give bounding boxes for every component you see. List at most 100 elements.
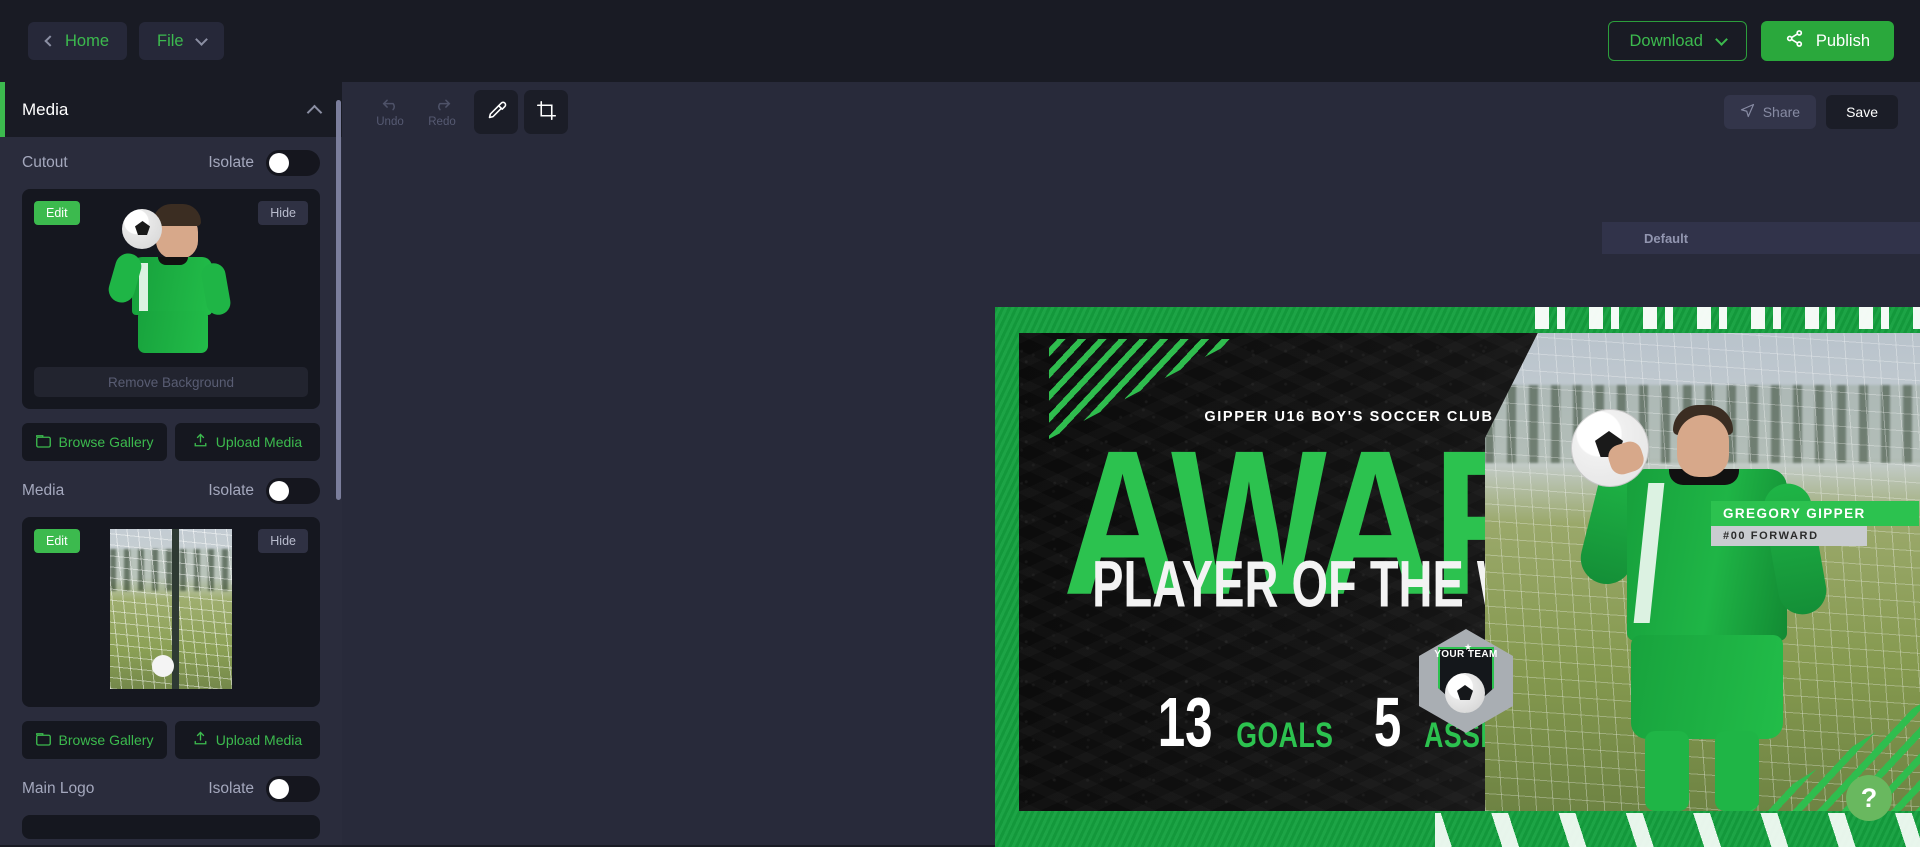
- home-button-label: Home: [65, 31, 110, 50]
- cutout-media-card: Edit Hide Remove Background: [22, 189, 320, 409]
- media-panel-header[interactable]: Media: [0, 82, 342, 137]
- stat-goals-label: GOALS: [1236, 716, 1334, 756]
- main-logo-isolate-toggle[interactable]: [266, 776, 320, 802]
- chevron-down-icon: [1715, 32, 1728, 46]
- layer-group-media: Media Isolate Edit Hide Browse Gallery U…: [0, 465, 342, 759]
- toggle-knob: [269, 779, 289, 799]
- cutout-isolate-control: Isolate: [208, 150, 320, 176]
- remove-background-button[interactable]: Remove Background: [34, 367, 308, 397]
- main-logo-layer-row: Main Logo Isolate: [22, 763, 320, 815]
- cutout-hide-button[interactable]: Hide: [258, 201, 308, 225]
- panel-title: Media: [22, 99, 69, 119]
- media-goal-photo: [110, 529, 232, 689]
- cutout-browse-gallery-button[interactable]: Browse Gallery: [22, 423, 167, 461]
- eyedropper-tool-button[interactable]: [474, 90, 518, 134]
- editor-toolbar-right: Share Save: [1723, 95, 1898, 129]
- design-canvas[interactable]: GIPPER U16 BOY'S SOCCER CLUB AWARD PLAYE…: [995, 307, 1920, 847]
- save-button[interactable]: Save: [1826, 95, 1898, 129]
- chevron-down-icon: [194, 32, 208, 46]
- media-layer-label: Media: [22, 482, 65, 499]
- file-menu-label: File: [157, 31, 184, 50]
- eyedropper-icon: [486, 100, 507, 124]
- publish-button[interactable]: Publish: [1760, 21, 1894, 61]
- layer-group-cutout: Cutout Isolate Edit Hide Remove Backgrou…: [0, 137, 342, 461]
- upload-icon: [193, 731, 208, 749]
- player-photo-mask: [1485, 333, 1920, 811]
- player-shorts: [1631, 635, 1783, 739]
- undo-label: Undo: [376, 115, 404, 128]
- cutout-isolate-toggle[interactable]: [266, 150, 320, 176]
- cutout-player-image: [105, 201, 236, 361]
- artwork-inner-panel: GIPPER U16 BOY'S SOCCER CLUB AWARD PLAYE…: [1019, 333, 1920, 811]
- redo-button[interactable]: Redo: [416, 90, 468, 134]
- media-media-card: Edit Hide: [22, 517, 320, 707]
- download-button-label: Download: [1629, 31, 1703, 50]
- media-hide-button[interactable]: Hide: [258, 529, 308, 553]
- sidebar-scrollbar-thumb[interactable]: [336, 100, 341, 500]
- artwork-root: GIPPER U16 BOY'S SOCCER CLUB AWARD PLAYE…: [995, 307, 1920, 847]
- top-bar: Home File Download Publish: [0, 0, 1920, 82]
- media-upload-media-label: Upload Media: [215, 732, 303, 748]
- soccer-ball: [152, 655, 174, 677]
- top-bar-right-group: Download Publish: [1608, 21, 1894, 61]
- media-gallery-row: Browse Gallery Upload Media: [22, 721, 320, 759]
- main-logo-media-card: [22, 815, 320, 839]
- chevron-left-icon: [44, 35, 56, 47]
- preset-default-bar[interactable]: Default: [1602, 222, 1920, 254]
- file-menu-button[interactable]: File: [139, 22, 224, 60]
- cutout-gallery-row: Browse Gallery Upload Media: [22, 423, 320, 461]
- player-position-text: #00 FORWARD: [1711, 526, 1867, 546]
- main-logo-layer-label: Main Logo: [22, 780, 95, 797]
- stripe-pattern-bottom: [1435, 813, 1920, 847]
- player-cutout-figure: [1565, 391, 1855, 811]
- redo-arrow-icon: [434, 97, 451, 115]
- help-button[interactable]: ?: [1846, 775, 1892, 821]
- cutout-isolate-label: Isolate: [208, 154, 254, 171]
- cutout-upload-media-button[interactable]: Upload Media: [175, 423, 320, 461]
- editor-area: Undo Redo Share Save Default GIPPER U16 …: [342, 82, 1920, 847]
- player-head: [1677, 415, 1729, 477]
- undo-button[interactable]: Undo: [364, 90, 416, 134]
- upload-icon: [193, 433, 208, 451]
- editor-toolbar: Undo Redo Share Save: [342, 82, 1920, 142]
- toggle-knob: [269, 153, 289, 173]
- main-logo-isolate-label: Isolate: [208, 780, 254, 797]
- stripe-pattern-top-right: [1535, 307, 1920, 329]
- main-logo-isolate-control: Isolate: [208, 776, 320, 802]
- cutout-thumbnail[interactable]: [34, 201, 308, 361]
- cutout-layer-label: Cutout: [22, 154, 68, 171]
- cutout-upload-media-label: Upload Media: [215, 434, 303, 450]
- media-browse-gallery-button[interactable]: Browse Gallery: [22, 721, 167, 759]
- home-button[interactable]: Home: [28, 22, 128, 60]
- share-button-label: Share: [1762, 104, 1801, 120]
- top-bar-left-group: Home File: [28, 22, 224, 60]
- crop-tool-button[interactable]: [524, 90, 568, 134]
- player-left-leg: [1645, 731, 1689, 811]
- stat-assists-value: 5: [1373, 682, 1401, 761]
- media-thumbnail[interactable]: [34, 529, 308, 689]
- preset-default-label: Default: [1644, 230, 1689, 246]
- logo-soccer-ball: [1445, 673, 1485, 713]
- cutout-browse-gallery-label: Browse Gallery: [58, 434, 154, 450]
- media-isolate-toggle[interactable]: [266, 478, 320, 504]
- cutout-edit-button[interactable]: Edit: [34, 201, 80, 225]
- panel-accent-bar: [0, 82, 5, 137]
- layer-group-main-logo: Main Logo Isolate: [0, 763, 342, 839]
- download-button[interactable]: Download: [1608, 21, 1747, 61]
- player-nameplate: GREGORY GIPPER #00 FORWARD: [1711, 501, 1919, 546]
- media-layer-row: Media Isolate: [22, 465, 320, 517]
- player-right-leg: [1715, 731, 1759, 811]
- redo-label: Redo: [428, 115, 456, 128]
- send-plane-icon: [1740, 103, 1755, 121]
- media-edit-button[interactable]: Edit: [34, 529, 80, 553]
- team-logo-text: YOUR TEAM: [1434, 649, 1498, 660]
- gallery-folder-icon: [35, 732, 51, 749]
- crop-icon: [536, 100, 557, 124]
- publish-button-label: Publish: [1815, 31, 1870, 50]
- media-upload-media-button[interactable]: Upload Media: [175, 721, 320, 759]
- player-photo-zone: GREGORY GIPPER #00 FORWARD: [1485, 333, 1920, 811]
- share-button[interactable]: Share: [1723, 95, 1817, 129]
- chevron-up-icon[interactable]: [306, 104, 323, 120]
- share-nodes-icon: [1785, 29, 1804, 53]
- gallery-folder-icon: [35, 434, 51, 451]
